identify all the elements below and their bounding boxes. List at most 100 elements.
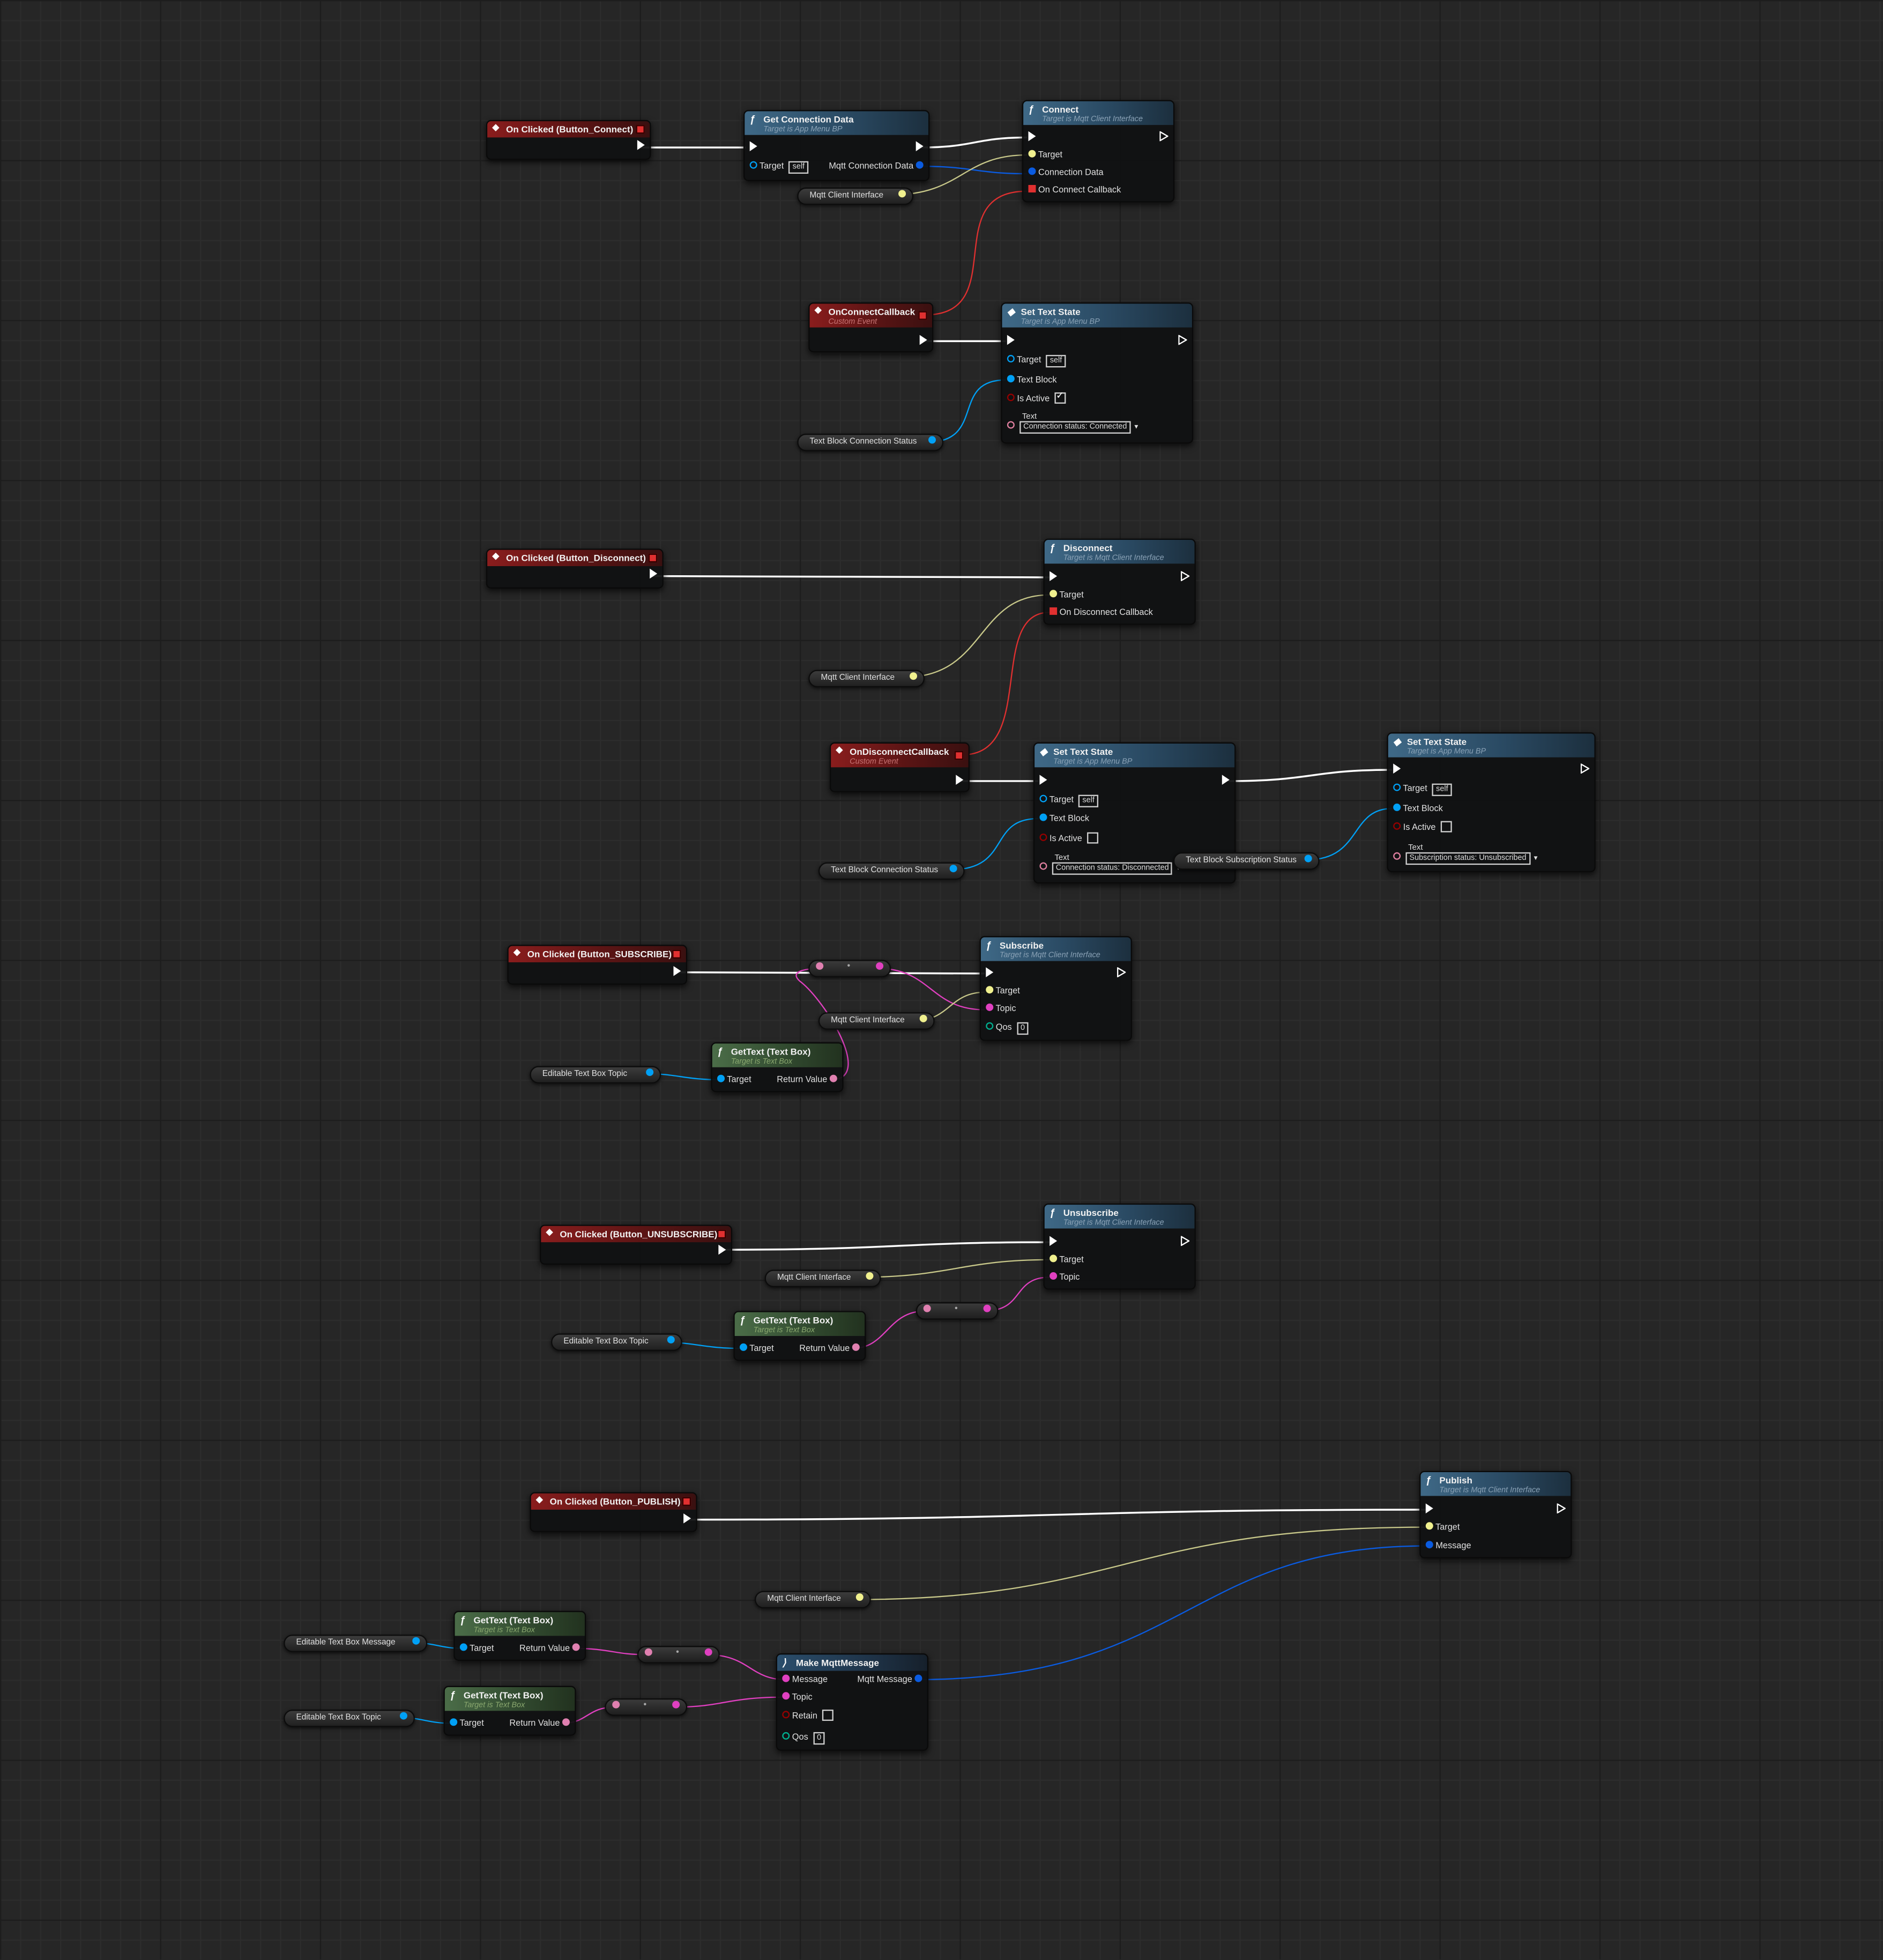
dropdown-arrow-icon[interactable]: ▼	[1532, 855, 1539, 862]
object-pin[interactable]	[1007, 355, 1015, 363]
variable-text-block-connection-status[interactable]: Text Block Connection Status	[818, 862, 965, 880]
text-pin[interactable]	[562, 1718, 570, 1726]
exec-in-pin[interactable]	[1007, 335, 1015, 345]
variable-text-block-subscription-status[interactable]: Text Block Subscription Status	[1173, 852, 1320, 870]
reroute-node[interactable]: •	[605, 1698, 688, 1716]
text-pin[interactable]	[1050, 1272, 1058, 1280]
object-pin[interactable]	[1007, 375, 1015, 383]
object-pin[interactable]	[749, 161, 757, 169]
variable-mqtt-client-interface[interactable]: Mqtt Client Interface	[754, 1591, 871, 1609]
exec-out-pin[interactable]	[673, 966, 681, 976]
interface-pin[interactable]	[898, 190, 906, 198]
is-active-checkbox[interactable]	[1054, 390, 1066, 404]
text-pin[interactable]	[852, 1343, 860, 1352]
variable-editable-text-box-topic[interactable]: Editable Text Box Topic	[551, 1333, 682, 1351]
function-node-gettext-textbox[interactable]: ƒ GetText (Text Box) Target is Text Box Ta…	[443, 1686, 576, 1736]
delegate-pin[interactable]	[954, 751, 964, 760]
variable-mqtt-client-interface[interactable]: Mqtt Client Interface	[797, 187, 914, 205]
text-pin[interactable]	[612, 1701, 620, 1709]
exec-out-pin[interactable]	[650, 569, 658, 579]
event-node-on-clicked-unsubscribe[interactable]: ◆ On Clicked (Button_UNSUBSCRIBE)	[540, 1224, 733, 1265]
event-node-on-clicked-disconnect[interactable]: ◆ On Clicked (Button_Disconnect)	[486, 548, 664, 589]
text-pin[interactable]	[876, 962, 884, 970]
function-node-gettext-textbox[interactable]: ƒ GetText (Text Box) Target is Text Box Ta…	[453, 1610, 586, 1661]
interface-pin[interactable]	[1050, 1254, 1058, 1263]
delegate-pin[interactable]	[636, 125, 645, 134]
object-pin[interactable]	[949, 865, 957, 873]
exec-in-pin[interactable]	[749, 141, 757, 152]
delegate-pin[interactable]	[717, 1229, 726, 1239]
variable-mqtt-client-interface[interactable]: Mqtt Client Interface	[808, 670, 925, 688]
bool-pin[interactable]	[1393, 822, 1401, 830]
delegate-pin[interactable]	[672, 949, 681, 959]
exec-out-pin[interactable]	[683, 1513, 691, 1524]
event-node-onconnectcallback[interactable]: ◆ OnConnectCallback Custom Event	[808, 302, 934, 353]
function-node-subscribe[interactable]: ƒ Subscribe Target is Mqtt Client Interfac…	[979, 936, 1132, 1041]
delegate-pin[interactable]	[1050, 607, 1058, 615]
exec-in-pin[interactable]	[1050, 1236, 1058, 1246]
text-pin[interactable]	[644, 1648, 652, 1656]
reroute-node[interactable]: •	[637, 1646, 720, 1664]
text-pin[interactable]	[829, 1075, 837, 1083]
object-pin[interactable]	[1039, 795, 1047, 803]
exec-out-pin[interactable]	[1117, 967, 1126, 978]
variable-text-block-connection-status[interactable]: Text Block Connection Status	[797, 433, 943, 451]
object-pin[interactable]	[646, 1068, 654, 1076]
text-pin[interactable]	[1039, 862, 1047, 870]
interface-pin[interactable]	[919, 1014, 927, 1022]
object-pin[interactable]	[412, 1637, 420, 1645]
delegate-pin[interactable]	[918, 311, 927, 320]
text-pin[interactable]	[983, 1304, 991, 1312]
exec-in-pin[interactable]	[1050, 571, 1058, 582]
interface-pin[interactable]	[866, 1272, 874, 1280]
object-pin[interactable]	[717, 1075, 725, 1083]
text-pin[interactable]	[782, 1692, 790, 1700]
text-pin[interactable]	[816, 962, 824, 970]
interface-pin[interactable]	[855, 1593, 864, 1601]
exec-out-pin[interactable]	[718, 1245, 726, 1255]
exec-out-pin[interactable]	[916, 141, 924, 152]
function-node-disconnect[interactable]: ƒ Disconnect Target is Mqtt Client Interfa…	[1043, 538, 1196, 625]
function-node-set-text-state-1[interactable]: ◆ Set Text State Target is App Menu BP Tar…	[1001, 302, 1194, 444]
exec-out-pin[interactable]	[1580, 763, 1590, 774]
struct-pin[interactable]	[1425, 1541, 1433, 1549]
byte-pin[interactable]	[986, 1022, 994, 1030]
bool-pin[interactable]	[1007, 394, 1015, 402]
exec-out-pin[interactable]	[637, 140, 645, 151]
text-pin[interactable]	[1393, 852, 1401, 860]
interface-pin[interactable]	[910, 672, 918, 680]
object-pin[interactable]	[1304, 855, 1312, 863]
dropdown-arrow-icon[interactable]: ▼	[1133, 424, 1140, 431]
text-pin[interactable]	[572, 1643, 580, 1651]
reroute-node[interactable]: •	[808, 960, 891, 977]
variable-editable-text-box-message[interactable]: Editable Text Box Message	[284, 1635, 428, 1652]
exec-in-pin[interactable]	[1039, 775, 1047, 785]
is-active-checkbox[interactable]	[1440, 820, 1452, 832]
is-active-checkbox[interactable]	[1087, 831, 1099, 843]
exec-out-pin[interactable]	[1159, 131, 1168, 142]
exec-out-pin[interactable]	[1180, 571, 1190, 582]
exec-in-pin[interactable]	[1028, 131, 1036, 142]
variable-mqtt-client-interface[interactable]: Mqtt Client Interface	[764, 1269, 881, 1288]
function-node-publish[interactable]: ƒ Publish Target is Mqtt Client Interface …	[1419, 1471, 1572, 1558]
event-node-on-clicked-publish[interactable]: ◆ On Clicked (Button_PUBLISH)	[530, 1492, 697, 1532]
text-pin[interactable]	[782, 1675, 790, 1683]
event-node-on-clicked-connect[interactable]: ◆ On Clicked (Button_Connect)	[486, 120, 651, 160]
text-pin[interactable]	[923, 1304, 931, 1312]
object-pin[interactable]	[667, 1335, 675, 1343]
exec-out-pin[interactable]	[1557, 1503, 1566, 1514]
bool-pin[interactable]	[1039, 834, 1047, 842]
struct-pin[interactable]	[916, 161, 924, 169]
interface-pin[interactable]	[1050, 590, 1058, 598]
exec-in-pin[interactable]	[1425, 1503, 1433, 1514]
exec-out-pin[interactable]	[919, 335, 927, 345]
event-node-on-clicked-subscribe[interactable]: ◆ On Clicked (Button_SUBSCRIBE)	[507, 945, 688, 985]
object-pin[interactable]	[740, 1343, 747, 1352]
delegate-pin[interactable]	[1028, 185, 1036, 193]
text-pin[interactable]	[672, 1701, 680, 1709]
bool-pin[interactable]	[782, 1711, 790, 1719]
interface-pin[interactable]	[1028, 150, 1036, 158]
variable-mqtt-client-interface[interactable]: Mqtt Client Interface	[818, 1012, 935, 1030]
object-pin[interactable]	[1039, 813, 1047, 821]
event-node-ondisconnectcallback[interactable]: ◆ OnDisconnectCallback Custom Event	[829, 742, 970, 792]
